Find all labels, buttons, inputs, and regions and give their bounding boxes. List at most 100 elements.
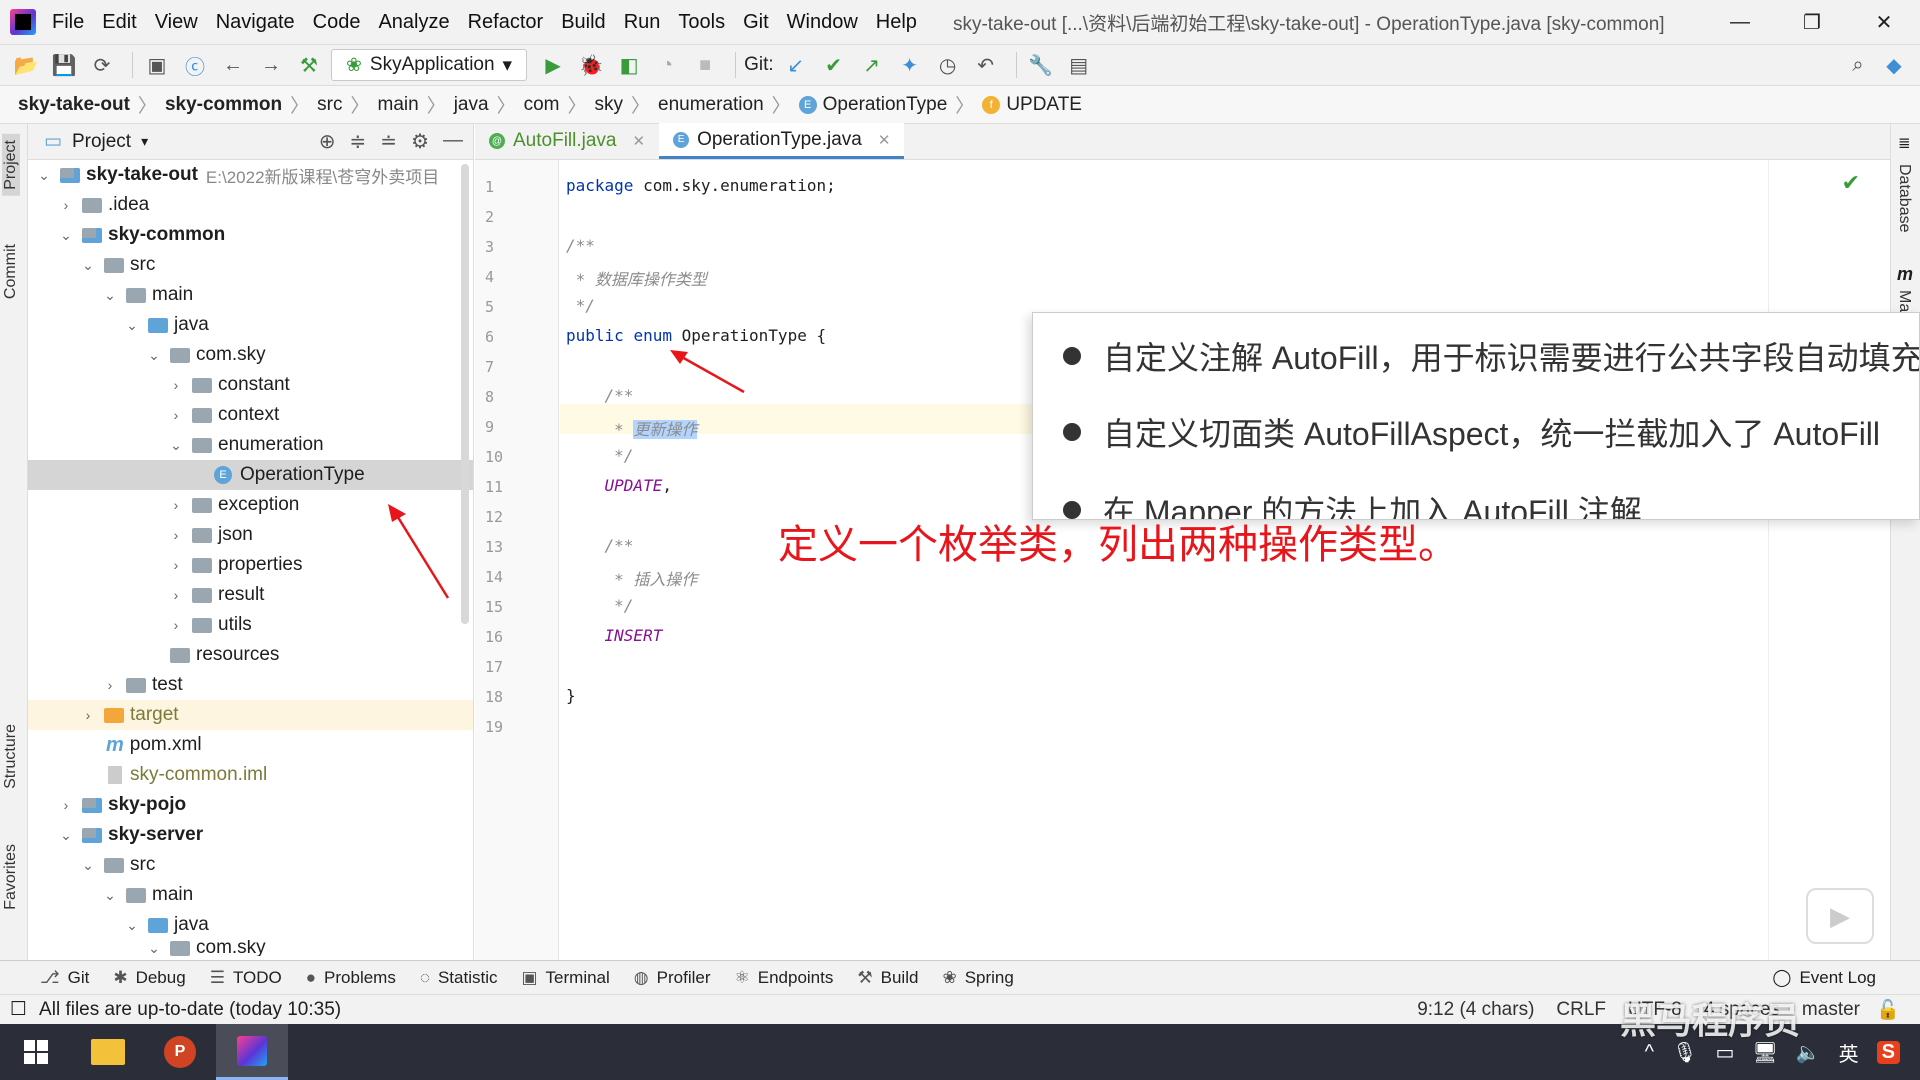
breadcrumb-item[interactable]: sky-take-out [18, 94, 130, 116]
sogou-icon[interactable]: S [1876, 1040, 1900, 1064]
class-icon[interactable]: ⓒ [179, 49, 211, 81]
project-structure-icon[interactable]: ▣ [141, 49, 173, 81]
bottom-tab-problems[interactable]: ● Problems [306, 968, 396, 988]
tree-node[interactable]: › context [28, 400, 473, 430]
bottom-tab-spring[interactable]: ❀ Spring [942, 968, 1013, 988]
gear-icon[interactable]: ⚙ [411, 129, 429, 154]
tree-node[interactable]: resources [28, 640, 473, 670]
caret-position[interactable]: 9:12 (4 chars) [1417, 999, 1534, 1021]
menu-edit[interactable]: Edit [102, 11, 136, 34]
menu-analyze[interactable]: Analyze [378, 11, 449, 34]
locate-icon[interactable]: ⊕ [319, 129, 336, 154]
tree-node[interactable]: ⌄ enumeration [28, 430, 473, 460]
tree-node[interactable]: ⌄ sky-server [28, 820, 473, 850]
bottom-tab-todo[interactable]: ☰ TODO [210, 968, 282, 988]
line-separator[interactable]: CRLF [1556, 999, 1606, 1021]
bottom-tab-git[interactable]: ⎇ Git [40, 968, 89, 988]
forward-arrow-icon[interactable]: → [255, 49, 287, 81]
build-hammer-icon[interactable]: ⚒ [293, 49, 325, 81]
menu-file[interactable]: File [52, 11, 84, 34]
tree-node[interactable]: › sky-pojo [28, 790, 473, 820]
event-log-button[interactable]: ◯ Event Log [1772, 961, 1876, 995]
breadcrumb-item[interactable]: com [524, 94, 560, 116]
breadcrumb-item[interactable]: sky [595, 94, 624, 116]
ime-indicator[interactable]: 英 [1839, 1038, 1859, 1067]
coverage-icon[interactable]: ◧ [613, 49, 645, 81]
inspection-ok-icon[interactable]: ✔ [1842, 170, 1860, 196]
expand-all-icon[interactable]: ≑ [350, 129, 367, 154]
menu-run[interactable]: Run [624, 11, 661, 34]
open-folder-icon[interactable]: 📂 [10, 49, 42, 81]
close-window-icon[interactable]: ✕ [1848, 0, 1920, 44]
collapse-all-icon[interactable]: ≐ [380, 129, 397, 154]
debug-bug-icon[interactable]: 🐞 [575, 49, 607, 81]
chevron-down-icon[interactable]: ▾ [141, 133, 148, 150]
tab-operationtype[interactable]: E OperationType.java ✕ [659, 123, 905, 159]
project-panel-title[interactable]: Project [72, 131, 131, 153]
git-commit-icon[interactable]: ✔ [818, 49, 850, 81]
run-icon[interactable]: ▶ [537, 49, 569, 81]
breadcrumb-item[interactable]: java [454, 94, 489, 116]
breadcrumb-item[interactable]: sky-common [165, 94, 282, 116]
tree-node[interactable]: › constant [28, 370, 473, 400]
tree-node[interactable]: ⌄ java [28, 910, 473, 940]
close-icon[interactable]: ✕ [878, 131, 891, 149]
git-branch[interactable]: master [1802, 999, 1860, 1021]
breadcrumb-item[interactable]: OperationType [823, 94, 948, 116]
menu-navigate[interactable]: Navigate [216, 11, 295, 34]
search-icon[interactable]: ⌕ [1842, 49, 1874, 81]
bottom-tab-debug[interactable]: ✱ Debug [113, 968, 185, 988]
tree-node[interactable]: ⌄ src [28, 850, 473, 880]
breadcrumb-item[interactable]: main [378, 94, 419, 116]
menu-window[interactable]: Window [787, 11, 858, 34]
tree-node[interactable]: m pom.xml [28, 730, 473, 760]
intellij-taskbar[interactable] [216, 1024, 288, 1080]
start-button[interactable] [0, 1024, 72, 1080]
tool-tab-commit[interactable]: Commit [2, 244, 20, 299]
tree-node[interactable]: ⌄ main [28, 280, 473, 310]
tree-node[interactable]: ⌄ sky-take-out E:\2022新版课程\苍穹外卖项目 [28, 160, 473, 190]
tree-node[interactable]: ⌄ java [28, 310, 473, 340]
status-square-icon[interactable]: ☐ [10, 998, 27, 1021]
bottom-tab-statistic[interactable]: ◌ Statistic [420, 968, 498, 988]
tool-tab-maven[interactable]: Ma [1895, 290, 1913, 312]
rollback-icon[interactable]: ↶ [970, 49, 1002, 81]
tool-tab-favorites[interactable]: Favorites [2, 844, 20, 910]
tree-node[interactable]: ⌄ sky-common [28, 220, 473, 250]
restore-icon[interactable]: ❐ [1776, 0, 1848, 44]
tab-autofill[interactable]: @ AutoFill.java ✕ [475, 123, 659, 159]
tree-node[interactable]: ⌄ main [28, 880, 473, 910]
menu-tools[interactable]: Tools [678, 11, 725, 34]
minimize-icon[interactable]: — [1704, 0, 1776, 44]
bottom-tab-endpoints[interactable]: ⚛ Endpoints [735, 968, 834, 988]
menu-git[interactable]: Git [743, 11, 769, 34]
run-config-selector[interactable]: ❀ SkyApplication ▾ [331, 49, 528, 81]
close-icon[interactable]: ✕ [633, 132, 646, 150]
menu-code[interactable]: Code [313, 11, 361, 34]
tree-node[interactable]: ⌄ com.sky [28, 940, 473, 956]
tree-node[interactable]: sky-common.iml [28, 760, 473, 790]
tree-node-selected[interactable]: E OperationType [28, 460, 473, 490]
tree-node[interactable]: › target [28, 700, 473, 730]
file-explorer-taskbar[interactable] [72, 1024, 144, 1080]
sync-icon[interactable]: ⟳ [86, 49, 118, 81]
stop-icon[interactable]: ■ [689, 49, 721, 81]
tool-tab-structure[interactable]: Structure [2, 724, 20, 789]
git-update-icon[interactable]: ↙ [780, 49, 812, 81]
bottom-tab-profiler[interactable]: ◍ Profiler [634, 968, 711, 988]
menu-help[interactable]: Help [876, 11, 917, 34]
menu-refactor[interactable]: Refactor [468, 11, 544, 34]
save-icon[interactable]: 💾 [48, 49, 80, 81]
play-icon[interactable]: ▶ [1806, 888, 1874, 944]
bottom-tab-build[interactable]: ⚒ Build [857, 968, 918, 988]
settings-wrench-icon[interactable]: 🔧 [1025, 49, 1057, 81]
tree-node[interactable]: ⌄ com.sky [28, 340, 473, 370]
lock-icon[interactable]: 🔓 [1876, 998, 1900, 1022]
project-scrollbar[interactable] [461, 164, 469, 624]
tool-tab-project[interactable]: Project [2, 134, 20, 196]
git-push-icon[interactable]: ↗ [856, 49, 888, 81]
project-settings-icon[interactable]: ▤ [1063, 49, 1095, 81]
menu-build[interactable]: Build [561, 11, 605, 34]
history-icon[interactable]: ◷ [932, 49, 964, 81]
tree-node[interactable]: › utils [28, 610, 473, 640]
